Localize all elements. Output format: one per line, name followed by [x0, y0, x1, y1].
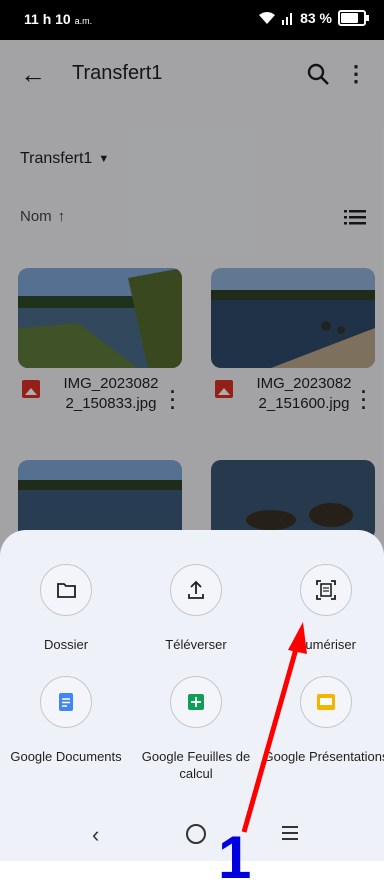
action-folder[interactable]: Dossier — [2, 564, 130, 653]
action-label: Google Feuilles de calcul — [141, 749, 251, 781]
wifi-icon — [259, 12, 276, 24]
annotation-number: 1 — [218, 824, 252, 891]
phone-screen: 11 h 10 a.m. 83 % ← Transfert1 ⋮ Transfe… — [0, 0, 384, 861]
google-docs-icon — [59, 693, 73, 711]
nav-recents-icon[interactable] — [282, 826, 298, 844]
action-google-docs[interactable]: Google Documents — [2, 676, 130, 765]
google-slides-icon — [317, 694, 335, 710]
action-label: Numériser — [296, 637, 356, 652]
system-nav-bar: ‹ — [0, 808, 384, 861]
action-label: Téléverser — [165, 637, 227, 652]
status-bar: 11 h 10 a.m. 83 % — [0, 0, 384, 40]
nav-home-icon[interactable] — [186, 824, 206, 844]
action-label: Google Présentations — [263, 749, 384, 764]
action-label: Google Documents — [10, 749, 122, 764]
upload-icon — [188, 580, 204, 599]
scan-icon — [316, 580, 336, 600]
signal-icon — [282, 13, 293, 25]
action-upload[interactable]: Téléverser — [132, 564, 260, 653]
action-google-slides[interactable]: Google Présentations — [262, 676, 384, 765]
battery-percent: 83 % — [300, 10, 332, 26]
action-scan[interactable]: Numériser — [262, 564, 384, 653]
action-google-sheets[interactable]: Google Feuilles de calcul — [132, 676, 260, 782]
action-label: Dossier — [43, 637, 89, 652]
drive-folder-view: ← Transfert1 ⋮ Transfert1 ▼ Nom ↑ IMG_20… — [0, 40, 384, 861]
folder-icon — [57, 583, 76, 598]
status-time: 11 h 10 a.m. — [24, 11, 93, 27]
nav-back-icon[interactable]: ‹ — [92, 822, 99, 848]
google-sheets-icon — [188, 694, 204, 710]
battery-icon — [338, 10, 369, 26]
